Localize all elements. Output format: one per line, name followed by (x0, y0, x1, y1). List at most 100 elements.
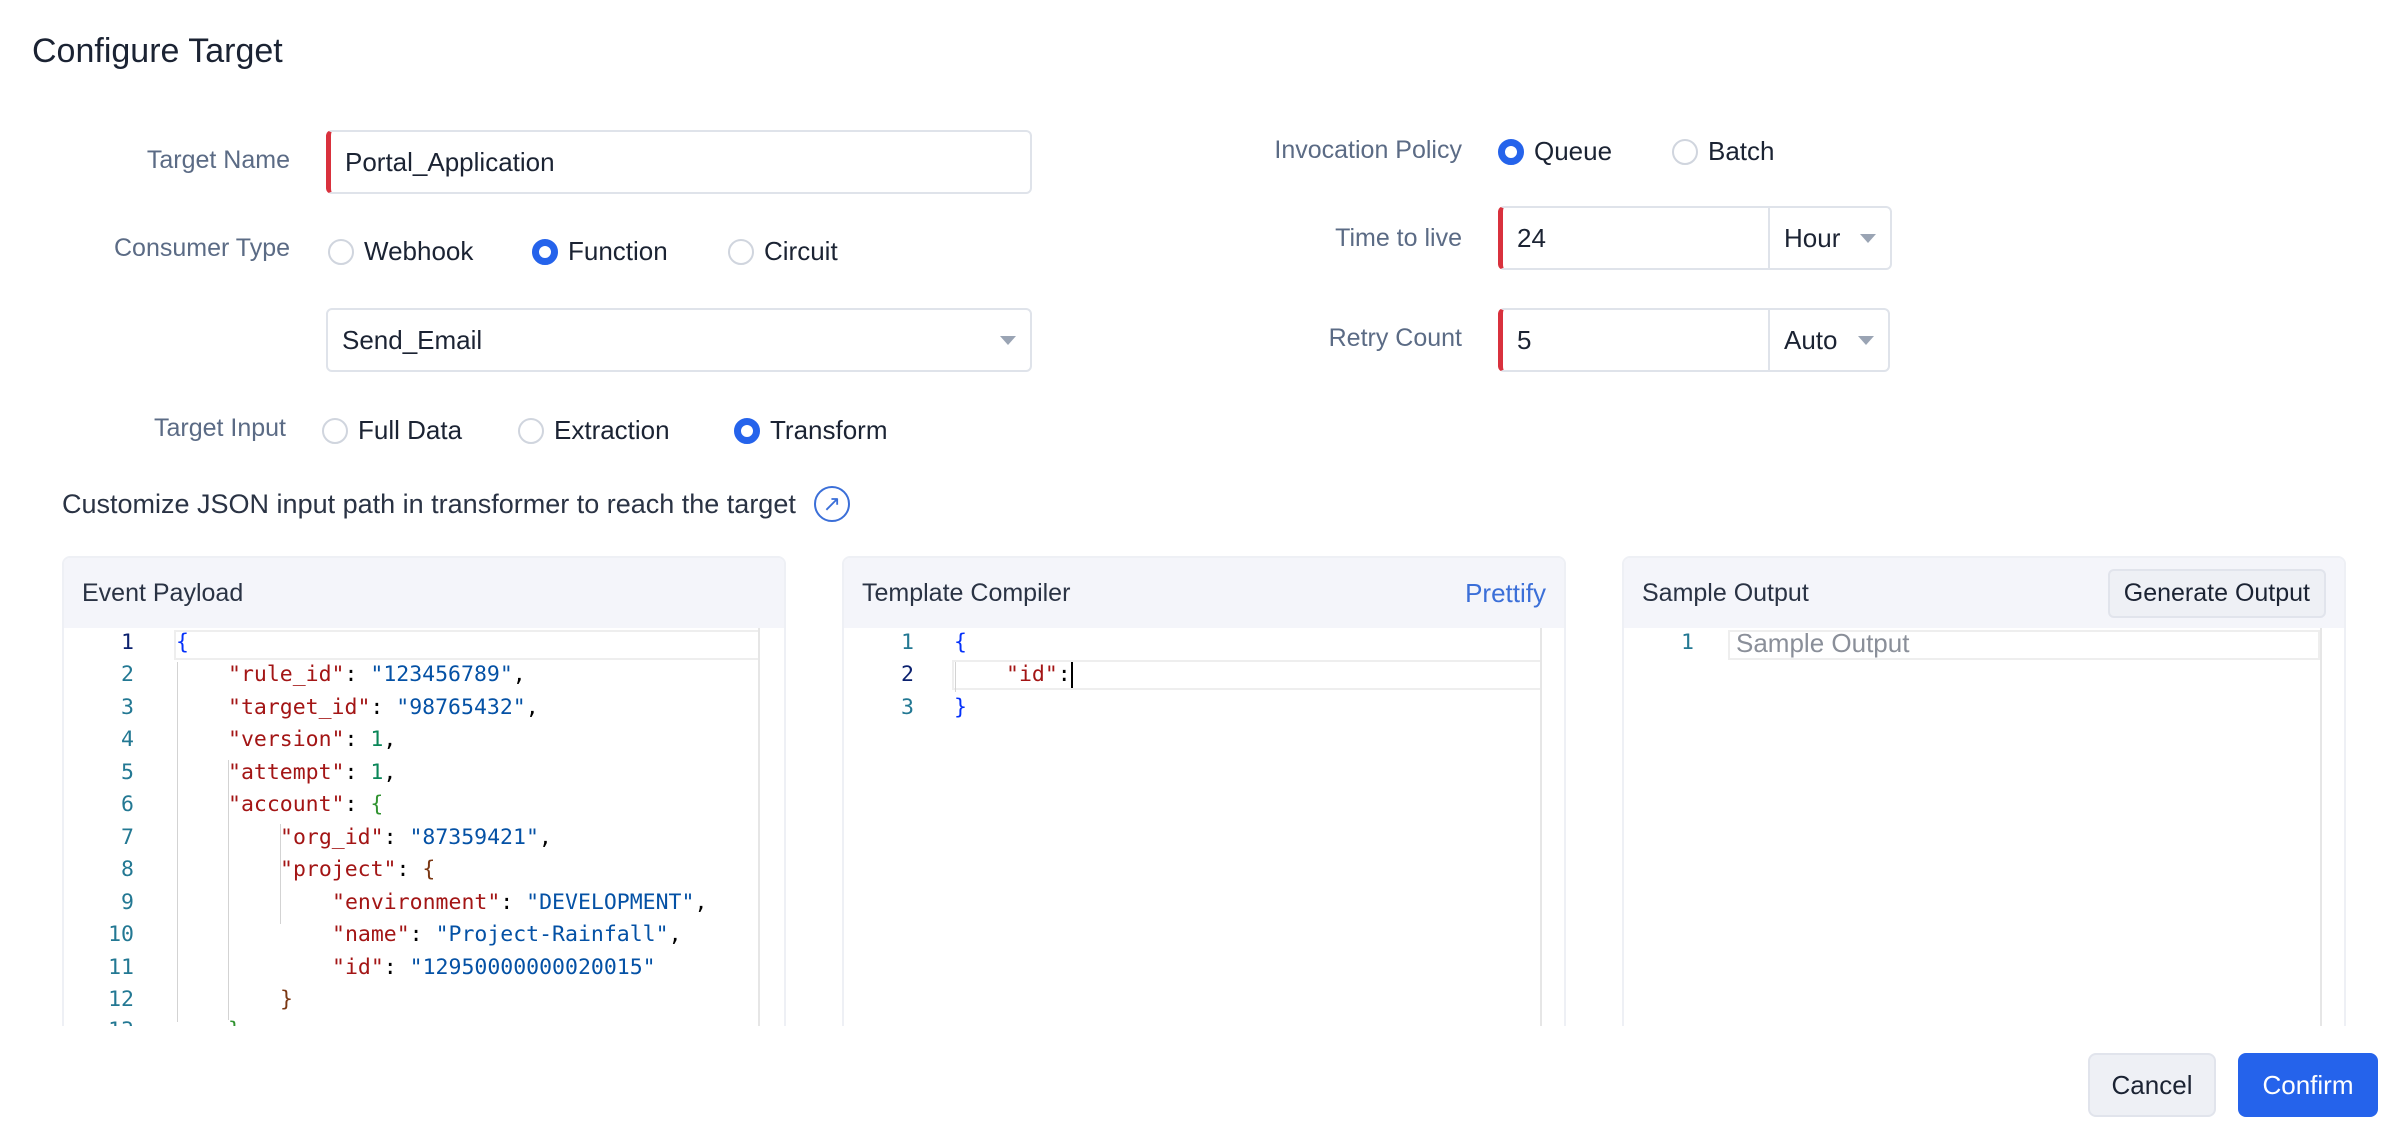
line-number: 3 (901, 695, 914, 720)
event-payload-panel: Event Payload 1 2 3 4 5 6 7 8 9 10 11 12… (62, 556, 786, 1026)
line-number: 11 (108, 955, 134, 980)
radio-batch[interactable]: Batch (1672, 136, 1775, 167)
radio-label: Extraction (554, 415, 670, 445)
indent-guide (955, 662, 956, 692)
sample-output-editor[interactable]: 1 Sample Output (1624, 628, 2344, 1026)
radio-transform[interactable]: Transform (734, 415, 888, 446)
function-select-value: Send_Email (342, 324, 483, 355)
prettify-button[interactable]: Prettify (1465, 578, 1546, 609)
line-number: 12 (108, 987, 134, 1012)
arrow-up-right-circle-icon[interactable]: ↗ (813, 486, 850, 522)
retry-mode-value: Auto (1784, 324, 1838, 355)
text-cursor (1070, 662, 1073, 688)
template-compiler-panel: Template Compiler Prettify 1 2 3 { "id":… (842, 556, 1566, 1026)
chevron-down-icon (1000, 335, 1016, 345)
function-select[interactable]: Send_Email (326, 308, 1032, 372)
event-payload-editor[interactable]: 1 2 3 4 5 6 7 8 9 10 11 12 13 { "rule_id… (64, 628, 784, 1026)
target-name-label: Target Name (146, 146, 290, 174)
indent-guide (177, 662, 178, 1022)
radio-dot-selected (734, 417, 760, 444)
radio-dot (322, 417, 348, 444)
transform-hint: Customize JSON input path in transformer… (62, 486, 850, 522)
radio-dot (328, 238, 354, 265)
template-compiler-title: Template Compiler (862, 578, 1071, 607)
line-number: 2 (901, 662, 914, 687)
retry-count-value: 5 (1517, 324, 1532, 355)
radio-dot (518, 417, 544, 444)
radio-full-data[interactable]: Full Data (322, 415, 462, 446)
chevron-down-icon (1858, 335, 1874, 345)
retry-mode-select[interactable]: Auto (1770, 308, 1890, 372)
line-number: 2 (121, 662, 134, 687)
time-to-live-label: Time to live (1335, 224, 1462, 252)
line-number: 10 (108, 922, 134, 947)
radio-label: Function (568, 236, 668, 266)
editor-scrollbar[interactable] (758, 628, 784, 1026)
template-compiler-editor[interactable]: 1 2 3 { "id": } (844, 628, 1564, 1026)
code-line: "name": "Project-Rainfall", (332, 922, 682, 947)
target-name-value: Portal_Application (345, 146, 555, 177)
radio-extraction[interactable]: Extraction (518, 415, 670, 446)
event-payload-title: Event Payload (82, 578, 244, 607)
generate-output-button[interactable]: Generate Output (2107, 568, 2326, 618)
consumer-type-label: Consumer Type (113, 234, 290, 262)
code-line: "org_id": "87359421", (280, 825, 552, 850)
radio-label: Batch (1708, 136, 1775, 166)
code-line: } (280, 987, 293, 1012)
invocation-policy-label: Invocation Policy (1274, 136, 1462, 164)
dialog-title: Configure Target (32, 32, 283, 70)
line-number: 1 (901, 630, 914, 655)
time-to-live-input[interactable]: 24 (1498, 206, 1770, 270)
code-line: "attempt": 1, (228, 760, 397, 785)
time-unit-value: Hour (1784, 222, 1841, 253)
code-line: "id": "12950000000020015" (332, 955, 656, 980)
target-input-label: Target Input (153, 414, 286, 442)
line-number: 8 (121, 857, 134, 882)
code-line: "environment": "DEVELOPMENT", (332, 890, 708, 915)
sample-output-title: Sample Output (1642, 578, 1809, 607)
chevron-down-icon (1860, 233, 1876, 243)
radio-webhook[interactable]: Webhook (328, 236, 473, 267)
sample-output-panel: Sample Output Generate Output 1 Sample O… (1622, 556, 2346, 1026)
line-number: 1 (121, 630, 134, 655)
line-number: 6 (121, 792, 134, 817)
line-number: 1 (1681, 630, 1694, 655)
confirm-button[interactable]: Confirm (2238, 1053, 2378, 1117)
time-unit-select[interactable]: Hour (1770, 206, 1892, 270)
radio-queue[interactable]: Queue (1498, 136, 1612, 167)
retry-count-label: Retry Count (1328, 324, 1462, 352)
radio-circuit[interactable]: Circuit (728, 236, 838, 267)
code-line: "rule_id": "123456789", (228, 662, 526, 687)
editor-scrollbar[interactable] (1540, 628, 1564, 1026)
editor-scrollbar[interactable] (2320, 628, 2344, 1026)
code-line: { (954, 630, 967, 655)
radio-label: Queue (1534, 136, 1613, 166)
retry-count-input[interactable]: 5 (1498, 308, 1770, 372)
line-number: 13 (64, 1018, 134, 1026)
radio-label: Circuit (764, 236, 838, 266)
radio-function[interactable]: Function (532, 236, 668, 267)
radio-label: Webhook (364, 236, 474, 266)
line-number: 5 (121, 760, 134, 785)
code-line: "target_id": "98765432", (228, 695, 539, 720)
code-line: "id": (1006, 662, 1073, 688)
code-line: "project": { (280, 857, 436, 882)
target-name-input[interactable]: Portal_Application (326, 130, 1032, 194)
radio-dot (728, 238, 754, 265)
cancel-button[interactable]: Cancel (2088, 1053, 2216, 1117)
line-number: 3 (121, 695, 134, 720)
code-line: } (228, 1018, 241, 1026)
line-number: 7 (121, 825, 134, 850)
hint-text: Customize JSON input path in transformer… (62, 488, 796, 519)
code-line: "account": { (228, 792, 384, 817)
line-number: 4 (121, 727, 134, 752)
current-line-highlight (174, 630, 760, 660)
sample-output-placeholder: Sample Output (1736, 628, 1910, 658)
radio-label: Transform (770, 415, 888, 445)
line-number: 9 (121, 890, 134, 915)
radio-dot (1672, 138, 1698, 165)
radio-dot-selected (532, 238, 558, 265)
code-line: "version": 1, (228, 727, 397, 752)
code-line: { (176, 630, 189, 655)
radio-dot-selected (1498, 138, 1524, 165)
